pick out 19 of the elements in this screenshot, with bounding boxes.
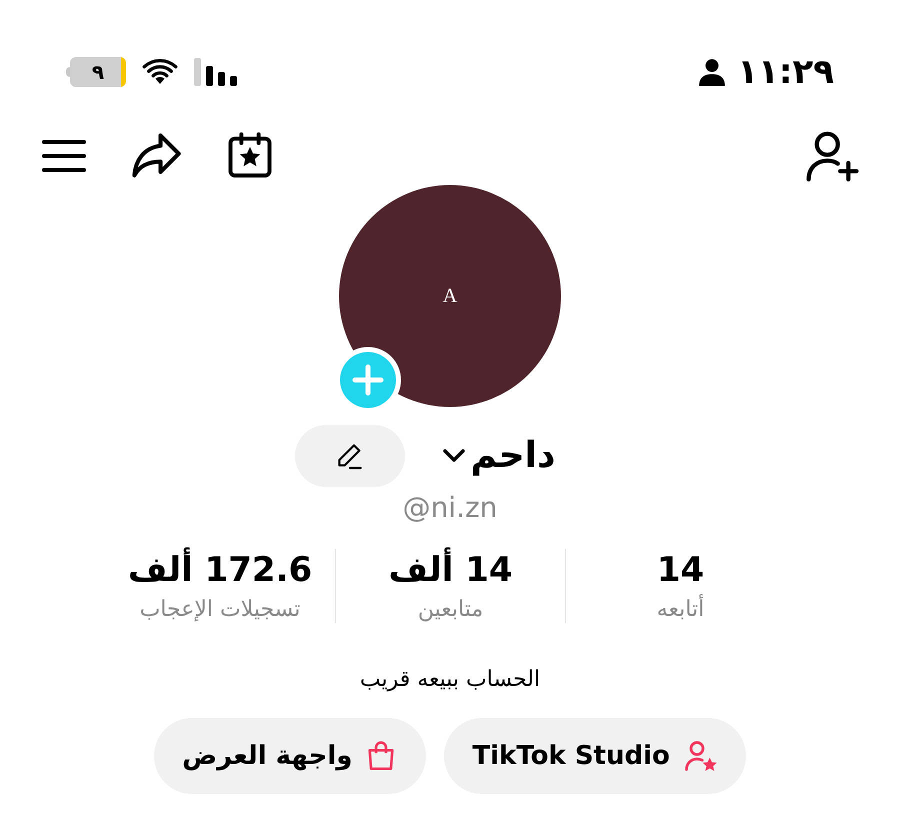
stat-label: تسجيلات الإعجاب xyxy=(140,596,300,623)
stat-label: أتابعه xyxy=(656,596,704,623)
stat-value: 172.6 ألف xyxy=(128,549,312,592)
account-switcher[interactable]: داحم xyxy=(440,429,556,483)
add-user-icon[interactable] xyxy=(804,130,860,182)
stat-value: 14 xyxy=(656,549,704,592)
plus-icon xyxy=(340,352,396,408)
person-icon xyxy=(699,58,726,86)
stat-label: متابعين xyxy=(418,596,484,623)
stat-value: 14 ألف xyxy=(388,549,513,592)
signal-icon xyxy=(194,58,238,86)
status-time: ١١:٢٩ xyxy=(737,50,834,94)
studio-button[interactable]: TikTok Studio xyxy=(444,718,746,794)
profile-name: داحم xyxy=(470,434,556,478)
showcase-button[interactable]: واجهة العرض xyxy=(154,718,426,794)
profile-bio: الحساب ببيعه قريب xyxy=(360,666,540,694)
wifi-icon xyxy=(142,58,178,86)
profile-handle: @ni.zn xyxy=(402,490,498,526)
avatar[interactable]: A xyxy=(339,185,561,407)
